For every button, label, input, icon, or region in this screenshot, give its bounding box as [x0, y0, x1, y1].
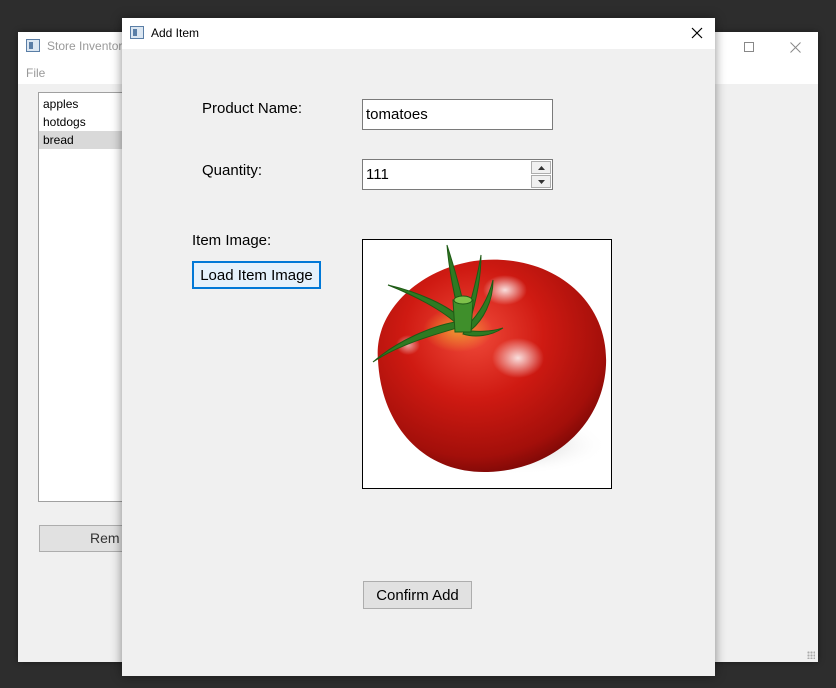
resize-grip[interactable]: [807, 651, 815, 659]
main-window-title: Store Inventor: [47, 39, 123, 53]
main-close-button[interactable]: [772, 32, 818, 62]
app-window-icon: [130, 26, 144, 39]
quantity-spinbox[interactable]: 111: [362, 159, 553, 190]
item-image-label: Item Image:: [192, 232, 272, 249]
quantity-value[interactable]: 111: [366, 166, 389, 183]
load-item-image-button[interactable]: Load Item Image: [192, 261, 321, 289]
product-name-label: Product Name:: [202, 100, 303, 117]
item-image-preview: [362, 239, 612, 489]
add-item-dialog: Add Item Product Name: Quantity: 111 Ite…: [122, 18, 715, 676]
tomato-image: [372, 244, 608, 475]
spin-up-button[interactable]: [531, 161, 551, 174]
spin-down-icon: [537, 179, 545, 184]
spin-up-icon: [537, 165, 545, 170]
dialog-title-bar: Add Item: [122, 18, 715, 49]
quantity-label: Quantity:: [202, 162, 263, 179]
maximize-icon: [744, 42, 754, 52]
spin-down-button[interactable]: [531, 175, 551, 188]
app-window-icon: [26, 39, 40, 52]
confirm-add-button[interactable]: Confirm Add: [363, 581, 472, 609]
close-icon: [789, 41, 801, 53]
close-icon: [691, 27, 703, 39]
dialog-title: Add Item: [151, 26, 200, 40]
menu-file[interactable]: File: [26, 66, 45, 80]
dialog-close-button[interactable]: [684, 22, 710, 44]
maximize-button[interactable]: [726, 32, 772, 62]
product-name-input[interactable]: [362, 99, 553, 130]
